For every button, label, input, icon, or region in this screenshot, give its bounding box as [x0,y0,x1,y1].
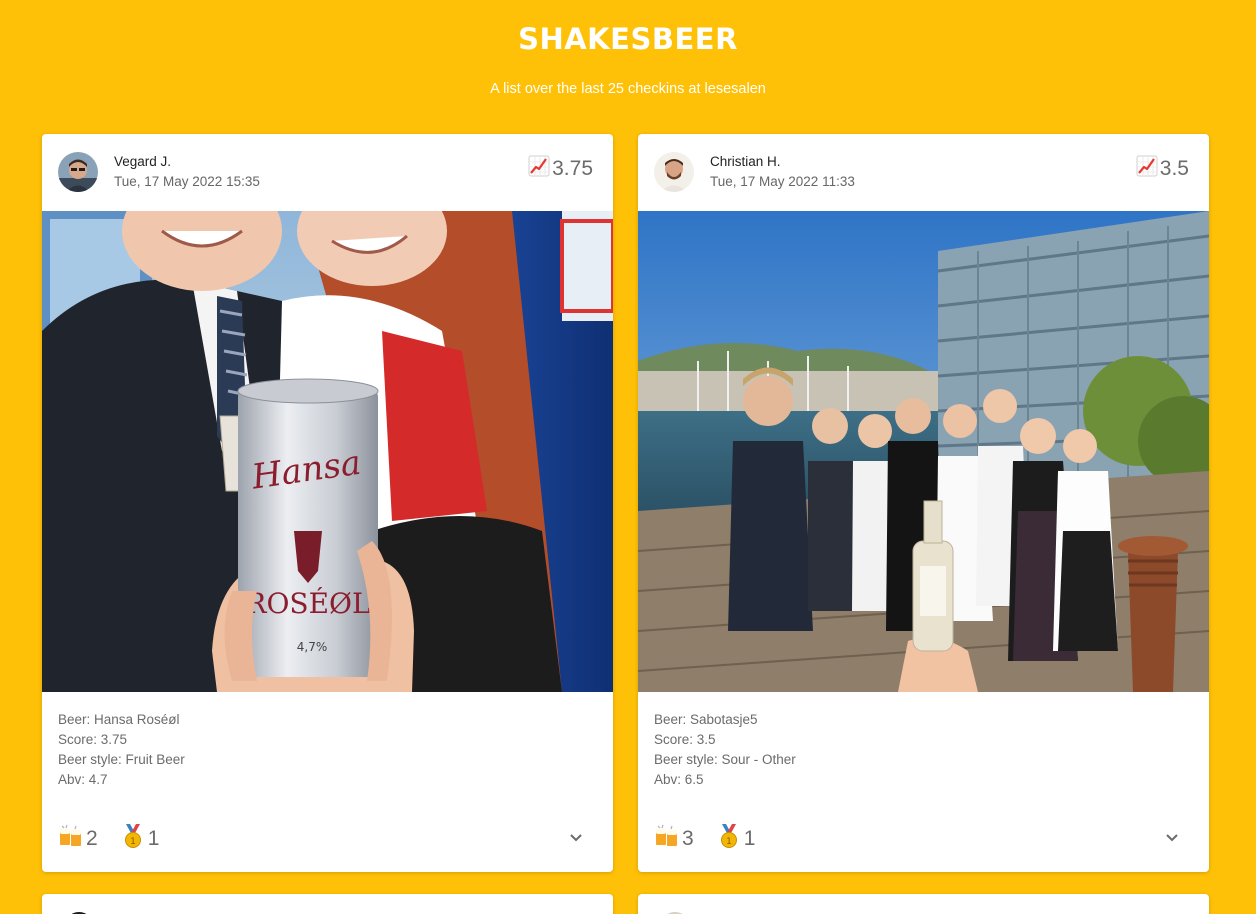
beer-mugs-icon [58,824,86,854]
expand-button[interactable] [563,826,589,852]
rating-value: 3.5 [1159,157,1189,180]
beer-abv: Abv: 6.5 [654,772,704,787]
toast-count-value: 2 [86,827,98,850]
beer-name: Beer: Hansa Roséøl [58,712,180,727]
svg-text:1: 1 [726,837,732,847]
chart-increasing-icon [1136,155,1158,183]
card-header: Christian H. Tue, 17 May 2022 11:33 3.5 [638,134,1209,211]
beer-abv: Abv: 4.7 [58,772,108,787]
toast-count[interactable]: 2 [58,824,98,854]
card-footer: 3 1 1 [654,822,1193,856]
user-name[interactable]: Vegard J. [114,154,171,169]
badge-count[interactable]: 1 1 [716,823,756,855]
beer-details: Beer: Sabotasje5 Score: 3.5 Beer style: … [654,710,796,790]
toast-count-value: 3 [682,827,694,850]
chevron-down-icon [1165,830,1179,848]
beer-score: Score: 3.75 [58,732,128,747]
expand-button[interactable] [1159,826,1185,852]
checkin-card: Christian H. Tue, 17 May 2022 11:33 3.5 [638,134,1209,872]
user-name[interactable]: Christian H. [710,154,781,169]
badge-count[interactable]: 1 1 [120,823,160,855]
checkin-photo[interactable]: Hansa ROSÉØL 4,7% [42,211,613,692]
chart-increasing-icon [528,155,550,183]
page-title: SHAKESBEER [518,22,738,56]
beer-score: Score: 3.5 [654,732,716,747]
checkin-time: Tue, 17 May 2022 11:33 [710,174,855,189]
medal-icon: 1 [716,823,744,855]
badge-count-value: 1 [147,827,160,850]
badge-count-value: 1 [743,827,756,850]
rating: 3.5 [1136,155,1189,183]
beer-style: Beer style: Sour - Other [654,752,796,767]
avatar[interactable] [654,152,694,192]
toast-count[interactable]: 3 [654,824,694,854]
medal-icon: 1 [120,823,148,855]
beer-details: Beer: Hansa Roséøl Score: 3.75 Beer styl… [58,710,185,790]
checkin-time: Tue, 17 May 2022 15:35 [114,174,260,189]
rating-value: 3.75 [552,157,593,180]
checkin-card: Vegard J. Tue, 17 May 2022 15:35 3.75 Ha… [42,134,613,872]
can-label: ROSÉØL [245,587,370,620]
chevron-down-icon [569,830,583,848]
card-footer: 2 1 1 [58,822,597,856]
svg-text:1: 1 [130,837,136,847]
card-header: Vegard J. Tue, 17 May 2022 15:35 3.75 [42,134,613,211]
beer-name: Beer: Sabotasje5 [654,712,758,727]
beer-mugs-icon [654,824,682,854]
beer-style: Beer style: Fruit Beer [58,752,185,767]
page-subtitle: A list over the last 25 checkins at lese… [490,81,766,97]
checkin-card [42,894,613,914]
can-abv: 4,7% [297,640,328,654]
rating: 3.75 [528,155,593,183]
checkin-card [638,894,1209,914]
checkin-photo[interactable] [638,211,1209,692]
avatar[interactable] [58,152,98,192]
